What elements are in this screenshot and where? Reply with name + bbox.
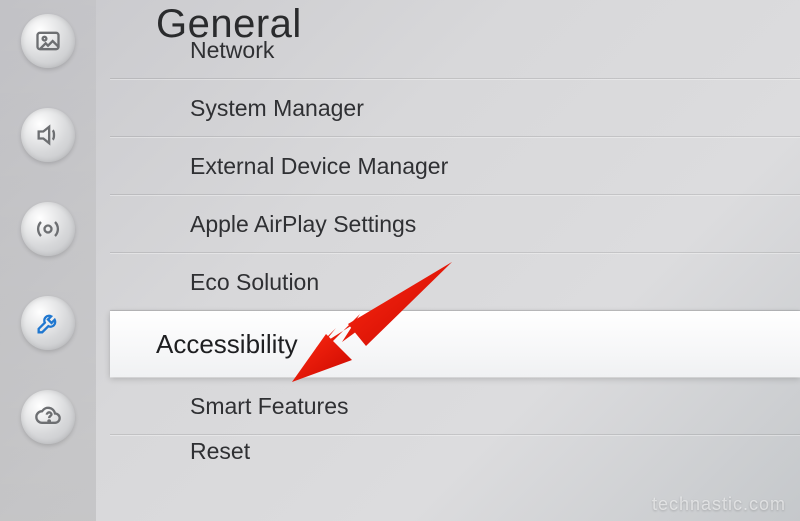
help-cloud-icon (34, 403, 62, 431)
menu-item-reset[interactable]: Reset (110, 435, 800, 467)
menu-item-external-device-manager[interactable]: External Device Manager (110, 137, 800, 195)
rail-item-support[interactable] (21, 390, 75, 444)
menu-item-airplay[interactable]: Apple AirPlay Settings (110, 195, 800, 253)
menu-item-network[interactable]: Network (110, 51, 800, 79)
settings-menu: Network System Manager External Device M… (110, 51, 800, 467)
menu-item-accessibility[interactable]: Accessibility (110, 311, 800, 377)
wrench-icon (34, 309, 62, 337)
settings-main: General Network System Manager External … (110, 0, 800, 521)
menu-item-smart-features[interactable]: Smart Features (110, 377, 800, 435)
menu-item-eco[interactable]: Eco Solution (110, 253, 800, 311)
menu-item-system-manager[interactable]: System Manager (110, 79, 800, 137)
menu-item-label: Eco Solution (190, 269, 319, 296)
menu-item-label: Reset (190, 438, 250, 465)
picture-icon (34, 27, 62, 55)
rail-item-picture[interactable] (21, 14, 75, 68)
watermark: technastic.com (652, 494, 786, 515)
rail-item-broadcasting[interactable] (21, 202, 75, 256)
menu-item-label: Accessibility (156, 329, 298, 360)
menu-item-label: System Manager (190, 95, 364, 122)
rail-item-general[interactable] (21, 296, 75, 350)
speaker-icon (34, 121, 62, 149)
rail-item-sound[interactable] (21, 108, 75, 162)
menu-item-label: External Device Manager (190, 153, 448, 180)
menu-item-label: Smart Features (190, 393, 349, 420)
menu-item-label: Apple AirPlay Settings (190, 211, 416, 238)
settings-category-rail (0, 0, 96, 521)
antenna-icon (34, 215, 62, 243)
menu-item-label: Network (190, 37, 274, 64)
